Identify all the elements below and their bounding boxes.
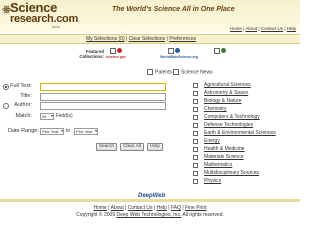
patents-filter[interactable]: Patents	[147, 69, 172, 75]
science-news-label: Science News	[181, 69, 213, 76]
clear-all-button[interactable]: Clear All	[120, 143, 144, 151]
checkbox[interactable]	[110, 48, 116, 54]
footer-home-link[interactable]: Home	[94, 205, 107, 211]
search-button[interactable]: Search	[96, 143, 117, 151]
beta-label: beta	[52, 24, 60, 29]
footer-contact-link[interactable]: Contact Us	[128, 205, 153, 211]
nav-help-link[interactable]: Help	[287, 26, 296, 31]
company-link[interactable]: Deep Web Technologies, Inc.	[116, 212, 181, 218]
fields-label: Field(s)	[56, 113, 73, 119]
checkbox[interactable]	[193, 91, 198, 96]
subject-link[interactable]: Earth & Environmental Sciences	[204, 130, 276, 136]
footer-about-link[interactable]: About	[111, 205, 124, 211]
featured-collection-worldwidescience[interactable]: WorldWideScience.org	[160, 48, 198, 59]
tagline: The World's Science All in One Place	[112, 6, 235, 13]
featured-label: science.gov	[106, 55, 127, 59]
match-select[interactable]: All	[40, 113, 54, 120]
subject-link[interactable]: Chemistry	[204, 106, 227, 112]
checkbox[interactable]	[147, 69, 153, 75]
match-label: Match:	[15, 113, 32, 119]
featured-collections-label: Featured Collections:	[79, 49, 104, 59]
selections-bar: My Selections (0) | Clear Selections | P…	[0, 34, 300, 44]
checkbox[interactable]	[193, 139, 198, 144]
nav-contact-link[interactable]: Contact Us	[261, 26, 283, 31]
checkbox[interactable]	[193, 107, 198, 112]
science-news-filter[interactable]: Science News	[173, 69, 213, 75]
copyright-prefix: Copyright © 2009	[76, 212, 116, 218]
title-input[interactable]	[40, 93, 166, 101]
footer-faq-link[interactable]: FAQ	[171, 205, 181, 211]
nav-about-link[interactable]: About	[245, 26, 257, 31]
copyright-suffix: All rights reserved.	[182, 212, 224, 218]
featured-label: WorldWideScience.org	[160, 55, 199, 59]
subject-link[interactable]: Agricultural Sciences	[204, 82, 251, 88]
subject-link[interactable]: Defense Technologies	[204, 122, 253, 128]
date-from-select[interactable]: Pick Year	[40, 128, 64, 135]
date-to-select[interactable]: Pick Year	[74, 128, 98, 135]
patents-label: Patents	[155, 69, 172, 76]
subject-link[interactable]: Astronomy & Space	[204, 90, 248, 96]
footer-fine-print-link[interactable]: Fine Print	[185, 205, 206, 211]
checkbox[interactable]	[168, 48, 174, 54]
checkbox[interactable]	[173, 69, 179, 75]
footer-divider	[0, 199, 300, 202]
featured-collection-science-gov[interactable]: science.gov	[106, 48, 126, 59]
date-range-label: Date Range:	[8, 128, 39, 134]
clear-selections-link[interactable]: Clear Selections	[129, 36, 165, 42]
date-to-label: to	[66, 128, 71, 134]
subject-link[interactable]: Materials Science	[204, 154, 243, 160]
subject-link[interactable]: Computers & Technology	[204, 114, 260, 120]
checkbox[interactable]	[193, 147, 198, 152]
help-button[interactable]: Help	[147, 143, 163, 151]
subject-link[interactable]: Mathematics	[204, 162, 232, 168]
subject-link[interactable]: Health & Medicine	[204, 146, 245, 152]
full-text-label: Full Text:	[10, 83, 32, 89]
science-gov-icon	[117, 48, 122, 53]
featured-collection-3[interactable]	[214, 48, 226, 54]
checkbox[interactable]	[193, 99, 198, 104]
checkbox[interactable]	[193, 123, 198, 128]
copyright: Copyright © 2009 Deep Web Technologies, …	[0, 212, 300, 218]
checkbox[interactable]	[193, 131, 198, 136]
collection-icon	[221, 48, 226, 53]
author-input[interactable]	[40, 102, 166, 110]
subject-link[interactable]: Energy	[204, 138, 220, 144]
subject-link[interactable]: Multidisciplinary Sources	[204, 170, 259, 176]
subject-link[interactable]: Biology & Nature	[204, 98, 242, 104]
checkbox[interactable]	[214, 48, 220, 54]
logo-line-2: research.com	[10, 13, 78, 25]
checkbox[interactable]	[193, 155, 198, 160]
checkbox[interactable]	[193, 163, 198, 168]
footer-help-link[interactable]: Help	[157, 205, 167, 211]
checkbox[interactable]	[193, 83, 198, 88]
checkbox[interactable]	[193, 179, 198, 184]
nav-home-link[interactable]: Home	[230, 26, 242, 31]
checkbox[interactable]	[193, 115, 198, 120]
site-logo[interactable]: Science research.com	[10, 1, 78, 25]
footer-nav: Home | About | Contact Us | Help | FAQ |…	[93, 205, 207, 211]
full-text-input[interactable]	[40, 83, 166, 91]
worldwidescience-icon	[175, 48, 180, 53]
author-label: Author:	[14, 102, 32, 108]
title-label: Title:	[20, 93, 32, 99]
checkbox[interactable]	[193, 171, 198, 176]
my-selections-link[interactable]: My Selections (0)	[86, 36, 125, 42]
preferences-link[interactable]: Preferences	[169, 36, 196, 42]
subject-link[interactable]: Physics	[204, 178, 221, 184]
header: Science research.com beta The World's Sc…	[0, 0, 300, 32]
top-nav: Home | About | Contact Us | Help	[229, 26, 296, 31]
